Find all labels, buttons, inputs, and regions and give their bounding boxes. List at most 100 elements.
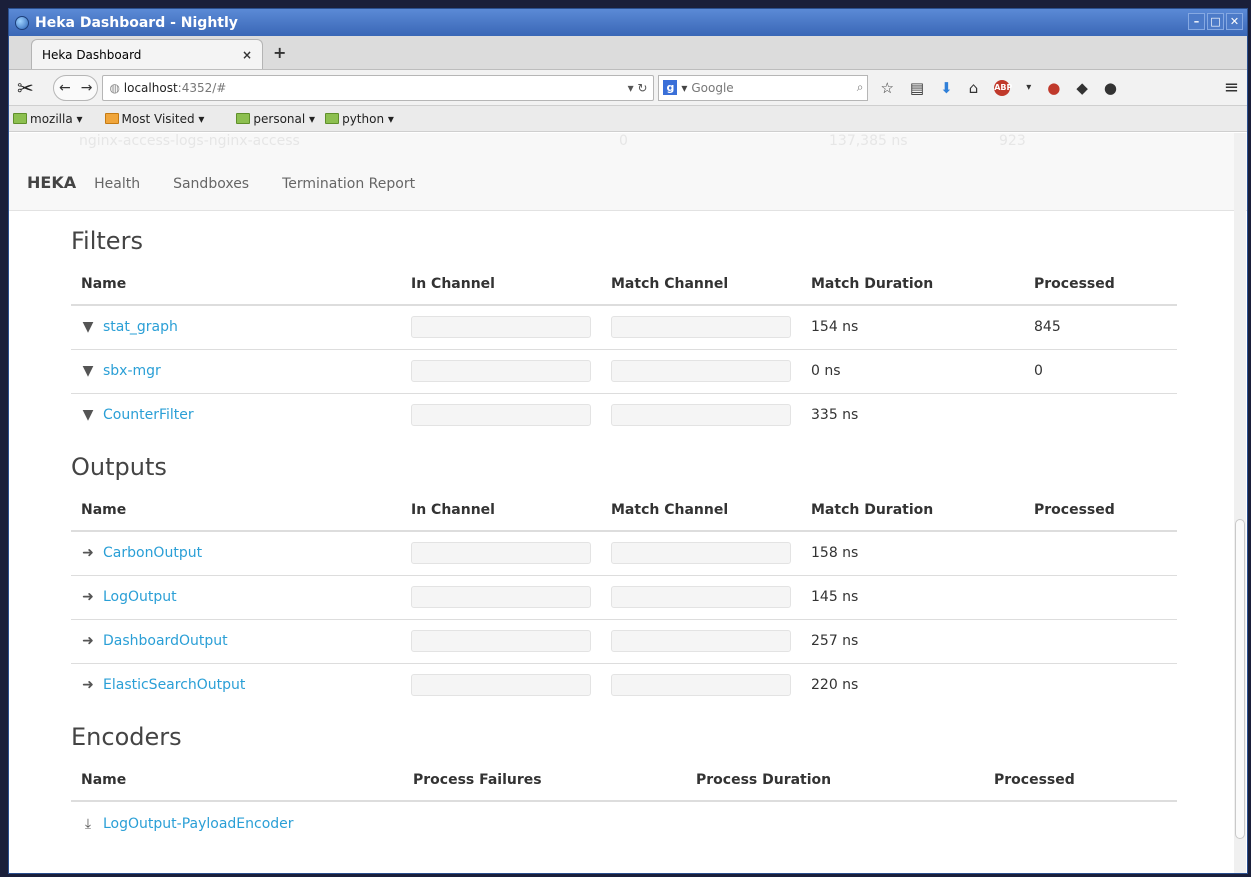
filters-heading: Filters <box>71 227 143 255</box>
url-bar[interactable]: ◍ localhost:4352/# ▾ ↻ <box>102 74 655 101</box>
column-header: Processed <box>984 769 1177 802</box>
table-row: ▼ CounterFilter 335 ns <box>71 392 1177 437</box>
processed-count <box>1024 618 1177 663</box>
reading-list-icon[interactable]: ▤ <box>910 79 924 97</box>
tab-close-icon[interactable]: × <box>242 48 252 62</box>
bookmark-folder-personal[interactable]: personal ▾ <box>236 112 315 126</box>
filter-icon: ▼ <box>82 363 94 379</box>
filter-link-sbx-mgr[interactable]: sbx-mgr <box>103 363 161 379</box>
in-channel-bar <box>411 316 591 339</box>
tab-strip: Heka Dashboard × + <box>9 36 1247 70</box>
adblock-icon[interactable]: ABP <box>994 79 1012 96</box>
site-identity-icon[interactable]: ◍ <box>109 81 119 95</box>
toolbar-icons: ☆ ▤ ⬇ ⌂ ABP ▾ ● ◆ ● <box>880 79 1117 97</box>
filter-icon: ▼ <box>82 407 94 424</box>
match-duration: 158 ns <box>811 545 859 562</box>
filter-link-counterfilter[interactable]: CounterFilter <box>103 407 194 423</box>
encoder-link-logoutput-payloadencoder[interactable]: LogOutput-PayloadEncoder <box>103 816 294 832</box>
match-duration: 145 ns <box>801 574 1024 619</box>
sync-icon[interactable]: ◆ <box>1076 79 1088 97</box>
output-link-logoutput[interactable]: LogOutput <box>103 589 177 605</box>
column-header: Processed <box>1024 499 1177 532</box>
download-arrow-icon[interactable]: ⬇ <box>940 79 953 97</box>
processed-count <box>1024 662 1177 707</box>
extension-icon[interactable]: ● <box>1047 79 1060 97</box>
app-navbar: nginx-access-logs-nginx-access 0 137,385… <box>9 133 1247 211</box>
folder-icon <box>13 113 27 124</box>
match-duration: 335 ns <box>801 392 1024 437</box>
bookmark-folder-mozilla[interactable]: mozilla ▾ <box>13 112 83 126</box>
match-channel-bar <box>611 542 791 565</box>
table-row: ➜ DashboardOutput 257 ns <box>71 618 1177 663</box>
encoders-table: Name Process Failures Process Duration P… <box>71 769 1177 845</box>
tab-heka-dashboard[interactable]: Heka Dashboard × <box>31 39 263 69</box>
bookmark-star-icon[interactable]: ☆ <box>880 79 893 97</box>
column-header: Match Channel <box>601 273 801 306</box>
nav-link-health[interactable]: Health <box>94 176 140 192</box>
match-duration: 220 ns <box>801 662 1024 707</box>
encoders-heading: Encoders <box>71 723 182 751</box>
browser-window: Heka Dashboard - Nightly – □ ✕ Heka Dash… <box>8 8 1248 874</box>
google-icon[interactable]: g <box>663 80 678 95</box>
outputs-heading: Outputs <box>71 453 167 481</box>
globe-icon <box>15 15 29 30</box>
nav-link-sandboxes[interactable]: Sandboxes <box>173 176 249 192</box>
close-window-button[interactable]: ✕ <box>1226 13 1243 30</box>
in-channel-bar <box>411 674 591 697</box>
scissors-icon[interactable]: ✂ <box>17 76 47 100</box>
in-channel-bar <box>411 586 591 608</box>
back-icon[interactable]: ← <box>54 80 76 96</box>
match-channel-bar <box>611 360 791 382</box>
url-path: :4352/# <box>177 80 227 95</box>
column-header: Name <box>71 273 401 306</box>
processed-count <box>1024 531 1177 575</box>
in-channel-bar <box>411 360 591 382</box>
match-channel-bar <box>611 404 791 427</box>
filters-section: Filters Name In Channel Match Channel Ma… <box>71 227 1177 437</box>
sign-out-icon: ➜ <box>82 589 94 605</box>
match-channel-bar <box>611 630 791 652</box>
in-channel-bar <box>411 630 591 652</box>
output-link-carbonoutput[interactable]: CarbonOutput <box>103 545 202 561</box>
output-link-elasticsearchoutput[interactable]: ElasticSearchOutput <box>103 677 245 693</box>
new-tab-button[interactable]: + <box>273 43 286 62</box>
navigation-toolbar: ✂ ← → ◍ localhost:4352/# ▾ ↻ g ▾ Google … <box>9 70 1247 106</box>
nav-link-termination-report[interactable]: Termination Report <box>282 176 415 192</box>
column-header: Match Duration <box>801 273 1024 306</box>
bookmark-folder-most-visited[interactable]: Most Visited ▾ <box>104 112 204 126</box>
url-host: localhost <box>123 80 178 95</box>
menu-icon[interactable]: ≡ <box>1224 77 1239 98</box>
chat-icon[interactable]: ● <box>1104 79 1117 97</box>
column-header: Process Duration <box>686 769 984 802</box>
column-header: In Channel <box>401 273 601 306</box>
download-icon: ⤓ <box>84 815 92 832</box>
maximize-button[interactable]: □ <box>1207 13 1224 30</box>
search-icon[interactable]: ⌕ <box>857 80 864 95</box>
processed-count <box>1024 574 1177 619</box>
bookmark-folder-python[interactable]: python ▾ <box>325 112 394 126</box>
forward-icon[interactable]: → <box>76 80 98 96</box>
filter-link-stat-graph[interactable]: stat_graph <box>103 319 178 335</box>
folder-icon <box>104 113 119 124</box>
reload-icon[interactable]: ▾ ↻ <box>628 81 648 95</box>
minimize-button[interactable]: – <box>1188 13 1205 30</box>
dropdown-icon[interactable]: ▾ <box>1026 82 1031 93</box>
home-icon[interactable]: ⌂ <box>969 79 979 97</box>
column-header: Match Duration <box>801 499 1024 532</box>
output-link-dashboardoutput[interactable]: DashboardOutput <box>103 633 228 649</box>
table-row: ⤓ LogOutput-PayloadEncoder <box>71 801 1177 845</box>
filter-icon: ▼ <box>82 319 94 336</box>
title-bar: Heka Dashboard - Nightly – □ ✕ <box>9 9 1247 36</box>
filters-table: Name In Channel Match Channel Match Dura… <box>71 273 1177 437</box>
table-row: ➜ CarbonOutput 158 ns <box>71 531 1177 575</box>
sign-out-icon: ➜ <box>82 633 94 649</box>
outputs-section: Outputs Name In Channel Match Channel Ma… <box>71 453 1177 707</box>
column-header: Match Channel <box>601 499 801 532</box>
brand-logo[interactable]: HEKA <box>27 173 76 192</box>
folder-icon <box>236 113 251 124</box>
search-bar[interactable]: g ▾ Google ⌕ <box>658 74 869 101</box>
processed-count: 0 <box>1024 348 1177 393</box>
scrollbar-thumb[interactable] <box>1235 519 1245 839</box>
match-duration: 257 ns <box>801 618 1024 663</box>
back-forward-group: ← → <box>53 74 99 101</box>
